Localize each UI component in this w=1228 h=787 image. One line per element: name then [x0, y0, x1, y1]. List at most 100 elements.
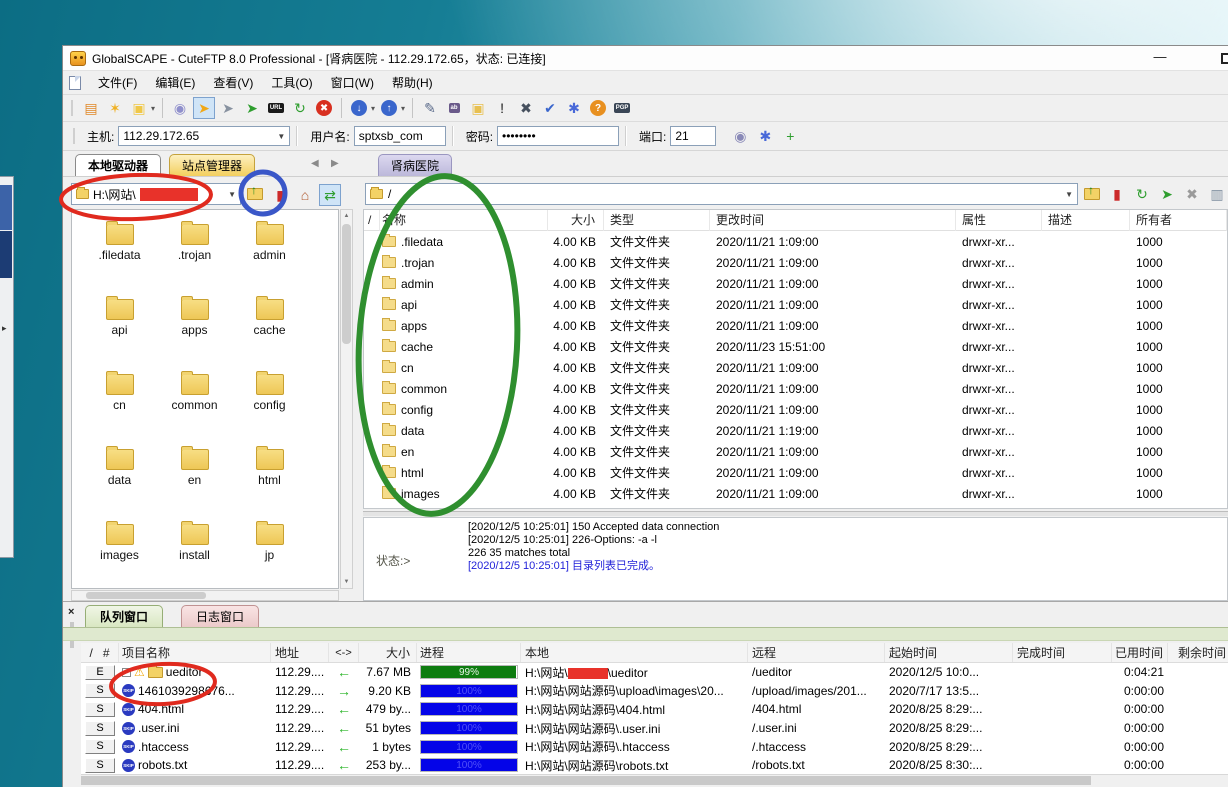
rename-icon[interactable]: ab [443, 97, 465, 119]
select-pointer-icon[interactable]: ➤ [193, 97, 215, 119]
refresh-icon[interactable]: ↻ [289, 97, 311, 119]
remote-row-.trojan[interactable]: .trojan4.00 KB文件文件夹2020/11/21 1:09:00drw… [364, 252, 1227, 273]
sync-folders-icon[interactable]: ⇄ [319, 184, 341, 206]
column-root[interactable]: / [364, 210, 380, 231]
edit-notes-icon[interactable]: ✎ [419, 97, 441, 119]
site-wizard-icon[interactable]: ▤ [80, 97, 102, 119]
tab-site-manager[interactable]: 站点管理器 [169, 154, 255, 176]
close-icon[interactable]: × [68, 606, 74, 618]
column-direction[interactable]: <-> [329, 643, 359, 663]
up-folder-icon[interactable]: ↑ [1081, 183, 1103, 205]
pointer-options-icon[interactable]: ➤ [217, 97, 239, 119]
menu-tools[interactable]: 工具(O) [262, 73, 321, 93]
menu-help[interactable]: 帮助(H) [383, 73, 442, 93]
local-folder-config[interactable]: config [232, 370, 307, 445]
menu-edit[interactable]: 编辑(E) [146, 73, 204, 93]
home-icon[interactable]: ⌂ [294, 184, 316, 206]
tab-queue-window[interactable]: 队列窗口 [85, 605, 163, 627]
column-size[interactable]: 大小 [548, 210, 604, 231]
column-modified[interactable]: 更改时间 [710, 210, 956, 231]
menu-file[interactable]: 文件(F) [89, 73, 146, 93]
scrollbar-thumb[interactable] [342, 224, 351, 344]
queue-status-button[interactable]: S [85, 758, 115, 773]
local-file-list[interactable]: .filedata.trojanadminapiappscachecncommo… [71, 209, 339, 589]
remote-row-common[interactable]: common4.00 KB文件文件夹2020/11/21 1:09:00drwx… [364, 378, 1227, 399]
local-folder-common[interactable]: common [157, 370, 232, 445]
local-folder-admin[interactable]: admin [232, 220, 307, 295]
connect-plus-icon[interactable]: + [779, 125, 801, 147]
cancel-icon[interactable]: ✖ [1181, 183, 1203, 205]
local-folder-apps[interactable]: apps [157, 295, 232, 370]
title-bar[interactable]: GlobalSCAPE - CuteFTP 8.0 Professional -… [63, 46, 1228, 71]
column-remote[interactable]: 远程 [748, 643, 885, 663]
minimize-button[interactable]: — [1148, 49, 1172, 67]
new-site-icon[interactable]: ▣ [128, 97, 150, 119]
host-input[interactable]: 112.29.172.65 ▼ [118, 126, 290, 146]
pgp-icon[interactable]: PGP [611, 97, 633, 119]
settings-gear-icon[interactable]: ✱ [563, 97, 585, 119]
column-local[interactable]: 本地 [521, 643, 748, 663]
disconnect-icon[interactable]: ▮ [269, 184, 291, 206]
column-progress[interactable]: 进程 [417, 643, 521, 663]
password-input[interactable]: •••••••• [497, 126, 619, 146]
username-input[interactable]: sptxsb_com [354, 126, 446, 146]
queue-row-404.html[interactable]: SSKIP404.html112.29....←479 by...100%H:\… [81, 700, 1228, 719]
local-folder-cn[interactable]: cn [82, 370, 157, 445]
remote-path-input[interactable]: / ▼ [365, 183, 1078, 205]
remote-row-data[interactable]: data4.00 KB文件文件夹2020/11/21 1:19:00drwxr-… [364, 420, 1227, 441]
verify-icon[interactable]: ✔ [539, 97, 561, 119]
chevron-down-icon[interactable]: ▼ [277, 132, 285, 141]
menu-window[interactable]: 窗口(W) [322, 73, 383, 93]
remote-row-en[interactable]: en4.00 KB文件文件夹2020/11/21 1:09:00drwxr-xr… [364, 441, 1227, 462]
remote-row-admin[interactable]: admin4.00 KB文件文件夹2020/11/21 1:09:00drwxr… [364, 273, 1227, 294]
gear-icon[interactable]: ✱ [754, 125, 776, 147]
new-folder-icon[interactable]: ▣ [467, 97, 489, 119]
queue-status-button[interactable]: S [85, 739, 115, 754]
stop-icon[interactable]: ✖ [313, 97, 335, 119]
local-path-input[interactable]: H:\网站\ ▼ [71, 183, 241, 205]
tab-scroll-right-icon[interactable]: ▶ [331, 158, 339, 169]
tree-expander-icon[interactable]: - [122, 668, 131, 677]
local-folder-jp[interactable]: jp [232, 520, 307, 589]
refresh-list-icon[interactable]: ↻ [1131, 183, 1153, 205]
column-type[interactable]: 类型 [604, 210, 710, 231]
quick-connect-icon[interactable]: ◉ [169, 97, 191, 119]
go-pointer-icon[interactable]: ➤ [241, 97, 263, 119]
local-folder-data[interactable]: data [82, 445, 157, 520]
remote-row-.filedata[interactable]: .filedata4.00 KB文件文件夹2020/11/21 1:09:00d… [364, 231, 1227, 252]
port-input[interactable]: 21 [670, 126, 716, 146]
column-root[interactable]: / [89, 643, 92, 663]
column-item-name[interactable]: 项目名称 [119, 643, 271, 663]
dropdown-arrow-icon[interactable]: ▾ [151, 104, 155, 113]
queue-row-.user.ini[interactable]: SSKIP.user.ini112.29....←51 bytes100%H:\… [81, 719, 1228, 738]
tab-scroll-left-icon[interactable]: ◀ [311, 158, 319, 169]
scroll-down-icon[interactable]: ▼ [341, 576, 352, 588]
log-splitter[interactable] [363, 511, 1228, 516]
queue-row-ueditor[interactable]: E-⚠ueditor112.29....←7.67 MB99%H:\网站\\ue… [81, 663, 1228, 682]
local-horizontal-scrollbar[interactable] [71, 590, 339, 601]
dropdown-arrow-icon[interactable]: ▾ [401, 104, 405, 113]
remote-table-header[interactable]: / 名称 大小 类型 更改时间 属性 描述 所有者 [364, 210, 1227, 231]
column-desc[interactable]: 描述 [1042, 210, 1130, 231]
queue-horizontal-scrollbar[interactable] [81, 774, 1228, 786]
column-owner[interactable]: 所有者 [1130, 210, 1227, 231]
remote-row-html[interactable]: html4.00 KB文件文件夹2020/11/21 1:09:00drwxr-… [364, 462, 1227, 483]
scrollbar-thumb[interactable] [81, 776, 1091, 785]
scroll-up-icon[interactable]: ▲ [341, 210, 352, 222]
column-name[interactable]: 名称 [380, 210, 548, 231]
remote-row-apps[interactable]: apps4.00 KB文件文件夹2020/11/21 1:09:00drwxr-… [364, 315, 1227, 336]
queue-table-header[interactable]: /# 项目名称 地址 <-> 大小 进程 本地 远程 起始时间 完成时间 已用时… [81, 643, 1228, 663]
local-folder-api[interactable]: api [82, 295, 157, 370]
queue-row-robots.txt[interactable]: SSKIProbots.txt112.29....←253 by...100%H… [81, 756, 1228, 775]
execute-icon[interactable]: ! [491, 97, 513, 119]
column-elapsed-time[interactable]: 已用时间 [1112, 643, 1168, 663]
chevron-down-icon[interactable]: ▼ [1065, 190, 1073, 199]
local-folder-images[interactable]: images [82, 520, 157, 589]
queue-status-button[interactable]: E [85, 665, 115, 680]
tab-local-drives[interactable]: 本地驱动器 [75, 154, 161, 176]
remote-row-cache[interactable]: cache4.00 KB文件文件夹2020/11/23 15:51:00drwx… [364, 336, 1227, 357]
local-folder-html[interactable]: html [232, 445, 307, 520]
help-headset-icon[interactable]: ? [587, 97, 609, 119]
dropdown-arrow-icon[interactable]: ▾ [371, 104, 375, 113]
tab-remote-site[interactable]: 肾病医院 [378, 154, 452, 176]
